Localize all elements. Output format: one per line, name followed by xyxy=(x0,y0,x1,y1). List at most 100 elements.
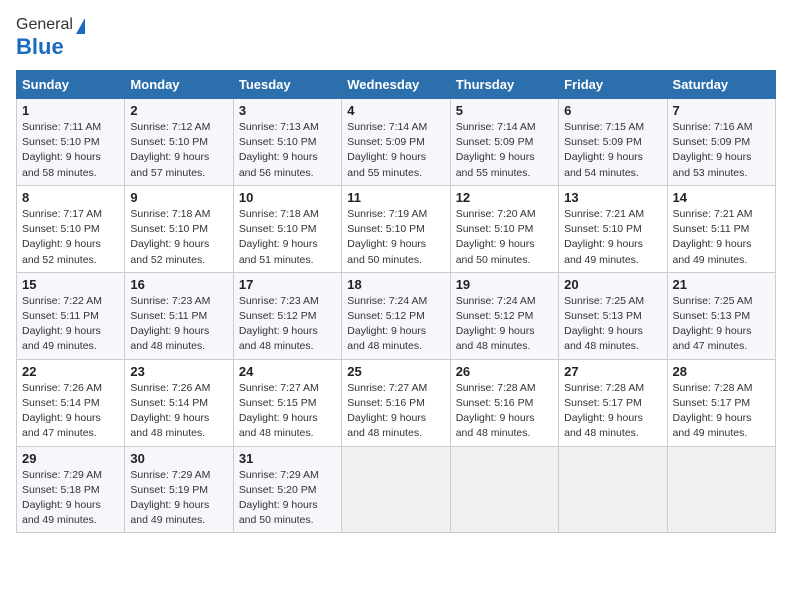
day-number: 26 xyxy=(456,364,553,379)
calendar-cell: 16 Sunrise: 7:23 AMSunset: 5:11 PMDayligh… xyxy=(125,272,233,359)
day-info: Sunrise: 7:24 AMSunset: 5:12 PMDaylight:… xyxy=(456,294,553,355)
calendar-cell: 6 Sunrise: 7:15 AMSunset: 5:09 PMDaylight… xyxy=(559,99,667,186)
day-number: 25 xyxy=(347,364,444,379)
day-info: Sunrise: 7:23 AMSunset: 5:11 PMDaylight:… xyxy=(130,294,227,355)
calendar-cell: 11Sunrise: 7:19 AMSunset: 5:10 PMDayligh… xyxy=(342,185,450,272)
day-info: Sunrise: 7:15 AMSunset: 5:09 PMDaylight:… xyxy=(564,120,661,181)
calendar-cell: 19 Sunrise: 7:24 AMSunset: 5:12 PMDayligh… xyxy=(450,272,558,359)
calendar-week-row: 15Sunrise: 7:22 AMSunset: 5:11 PMDayligh… xyxy=(17,272,776,359)
calendar-table: SundayMondayTuesdayWednesdayThursdayFrid… xyxy=(16,70,776,533)
day-number: 20 xyxy=(564,277,661,292)
day-info: Sunrise: 7:26 AMSunset: 5:14 PMDaylight:… xyxy=(130,381,227,442)
day-info: Sunrise: 7:14 AMSunset: 5:09 PMDaylight:… xyxy=(347,120,444,181)
day-number: 4 xyxy=(347,103,444,118)
calendar-cell: 23Sunrise: 7:26 AMSunset: 5:14 PMDayligh… xyxy=(125,359,233,446)
calendar-week-row: 29 Sunrise: 7:29 AMSunset: 5:18 PMDayligh… xyxy=(17,446,776,533)
day-number: 18 xyxy=(347,277,444,292)
calendar-cell xyxy=(450,446,558,533)
day-number: 6 xyxy=(564,103,661,118)
day-number: 14 xyxy=(673,190,770,205)
calendar-cell: 15Sunrise: 7:22 AMSunset: 5:11 PMDayligh… xyxy=(17,272,125,359)
calendar-cell xyxy=(559,446,667,533)
day-info: Sunrise: 7:29 AMSunset: 5:18 PMDaylight:… xyxy=(22,468,119,529)
calendar-cell xyxy=(667,446,775,533)
calendar-cell: 26 Sunrise: 7:28 AMSunset: 5:16 PMDayligh… xyxy=(450,359,558,446)
day-info: Sunrise: 7:17 AMSunset: 5:10 PMDaylight:… xyxy=(22,207,119,268)
day-info: Sunrise: 7:13 AMSunset: 5:10 PMDaylight:… xyxy=(239,120,336,181)
day-number: 21 xyxy=(673,277,770,292)
day-number: 30 xyxy=(130,451,227,466)
day-info: Sunrise: 7:11 AMSunset: 5:10 PMDaylight:… xyxy=(22,120,119,181)
calendar-dow-sunday: Sunday xyxy=(17,71,125,99)
calendar-cell: 17 Sunrise: 7:23 AMSunset: 5:12 PMDayligh… xyxy=(233,272,341,359)
calendar-cell: 1 Sunrise: 7:11 AMSunset: 5:10 PMDaylight… xyxy=(17,99,125,186)
day-number: 2 xyxy=(130,103,227,118)
day-number: 28 xyxy=(673,364,770,379)
day-info: Sunrise: 7:25 AMSunset: 5:13 PMDaylight:… xyxy=(673,294,770,355)
day-info: Sunrise: 7:24 AMSunset: 5:12 PMDaylight:… xyxy=(347,294,444,355)
day-number: 29 xyxy=(22,451,119,466)
calendar-cell: 21 Sunrise: 7:25 AMSunset: 5:13 PMDayligh… xyxy=(667,272,775,359)
day-number: 17 xyxy=(239,277,336,292)
calendar-cell: 31 Sunrise: 7:29 AMSunset: 5:20 PMDayligh… xyxy=(233,446,341,533)
page-header: General Blue xyxy=(16,16,776,60)
logo: General Blue xyxy=(16,16,85,60)
calendar-dow-wednesday: Wednesday xyxy=(342,71,450,99)
day-number: 3 xyxy=(239,103,336,118)
day-number: 9 xyxy=(130,190,227,205)
day-info: Sunrise: 7:29 AMSunset: 5:19 PMDaylight:… xyxy=(130,468,227,529)
day-number: 5 xyxy=(456,103,553,118)
day-info: Sunrise: 7:27 AMSunset: 5:15 PMDaylight:… xyxy=(239,381,336,442)
day-info: Sunrise: 7:29 AMSunset: 5:20 PMDaylight:… xyxy=(239,468,336,529)
calendar-cell: 20 Sunrise: 7:25 AMSunset: 5:13 PMDayligh… xyxy=(559,272,667,359)
calendar-cell: 3 Sunrise: 7:13 AMSunset: 5:10 PMDaylight… xyxy=(233,99,341,186)
calendar-dow-friday: Friday xyxy=(559,71,667,99)
day-info: Sunrise: 7:25 AMSunset: 5:13 PMDaylight:… xyxy=(564,294,661,355)
calendar-cell: 10 Sunrise: 7:18 AMSunset: 5:10 PMDayligh… xyxy=(233,185,341,272)
calendar-cell: 18 Sunrise: 7:24 AMSunset: 5:12 PMDayligh… xyxy=(342,272,450,359)
day-number: 11 xyxy=(347,190,444,205)
calendar-dow-thursday: Thursday xyxy=(450,71,558,99)
calendar-cell: 12Sunrise: 7:20 AMSunset: 5:10 PMDayligh… xyxy=(450,185,558,272)
calendar-cell: 5 Sunrise: 7:14 AMSunset: 5:09 PMDaylight… xyxy=(450,99,558,186)
calendar-cell: 9Sunrise: 7:18 AMSunset: 5:10 PMDaylight… xyxy=(125,185,233,272)
day-number: 16 xyxy=(130,277,227,292)
calendar-dow-saturday: Saturday xyxy=(667,71,775,99)
day-info: Sunrise: 7:14 AMSunset: 5:09 PMDaylight:… xyxy=(456,120,553,181)
day-info: Sunrise: 7:21 AMSunset: 5:11 PMDaylight:… xyxy=(673,207,770,268)
day-info: Sunrise: 7:28 AMSunset: 5:17 PMDaylight:… xyxy=(673,381,770,442)
logo-general-text: General xyxy=(16,16,73,34)
day-number: 24 xyxy=(239,364,336,379)
day-number: 10 xyxy=(239,190,336,205)
day-number: 22 xyxy=(22,364,119,379)
day-info: Sunrise: 7:28 AMSunset: 5:17 PMDaylight:… xyxy=(564,381,661,442)
day-number: 27 xyxy=(564,364,661,379)
calendar-dow-monday: Monday xyxy=(125,71,233,99)
day-info: Sunrise: 7:27 AMSunset: 5:16 PMDaylight:… xyxy=(347,381,444,442)
calendar-week-row: 1 Sunrise: 7:11 AMSunset: 5:10 PMDaylight… xyxy=(17,99,776,186)
day-number: 15 xyxy=(22,277,119,292)
calendar-cell: 14 Sunrise: 7:21 AMSunset: 5:11 PMDayligh… xyxy=(667,185,775,272)
day-number: 13 xyxy=(564,190,661,205)
day-number: 31 xyxy=(239,451,336,466)
calendar-cell: 29 Sunrise: 7:29 AMSunset: 5:18 PMDayligh… xyxy=(17,446,125,533)
day-number: 19 xyxy=(456,277,553,292)
calendar-dow-tuesday: Tuesday xyxy=(233,71,341,99)
calendar-cell: 8 Sunrise: 7:17 AMSunset: 5:10 PMDaylight… xyxy=(17,185,125,272)
calendar-cell: 2Sunrise: 7:12 AMSunset: 5:10 PMDaylight… xyxy=(125,99,233,186)
calendar-cell: 25 Sunrise: 7:27 AMSunset: 5:16 PMDayligh… xyxy=(342,359,450,446)
calendar-cell: 24 Sunrise: 7:27 AMSunset: 5:15 PMDayligh… xyxy=(233,359,341,446)
logo-blue-text: Blue xyxy=(16,34,64,60)
logo-triangle-icon xyxy=(76,18,85,34)
calendar-cell: 13Sunrise: 7:21 AMSunset: 5:10 PMDayligh… xyxy=(559,185,667,272)
day-number: 12 xyxy=(456,190,553,205)
calendar-header-row: SundayMondayTuesdayWednesdayThursdayFrid… xyxy=(17,71,776,99)
day-number: 1 xyxy=(22,103,119,118)
calendar-cell: 27 Sunrise: 7:28 AMSunset: 5:17 PMDayligh… xyxy=(559,359,667,446)
day-number: 8 xyxy=(22,190,119,205)
day-info: Sunrise: 7:18 AMSunset: 5:10 PMDaylight:… xyxy=(239,207,336,268)
calendar-cell: 30 Sunrise: 7:29 AMSunset: 5:19 PMDayligh… xyxy=(125,446,233,533)
calendar-week-row: 22 Sunrise: 7:26 AMSunset: 5:14 PMDayligh… xyxy=(17,359,776,446)
day-info: Sunrise: 7:28 AMSunset: 5:16 PMDaylight:… xyxy=(456,381,553,442)
day-info: Sunrise: 7:23 AMSunset: 5:12 PMDaylight:… xyxy=(239,294,336,355)
